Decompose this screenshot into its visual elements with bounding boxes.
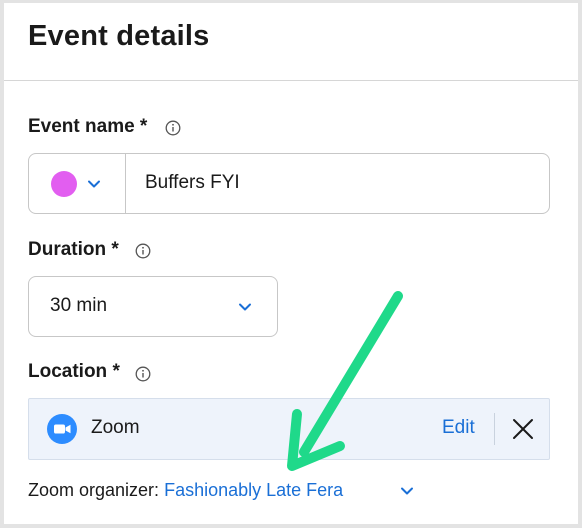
info-icon[interactable]	[165, 120, 181, 136]
event-name-label: Event name *	[28, 116, 148, 137]
zoom-icon	[47, 414, 77, 444]
event-name-field: Buffers FYI	[28, 153, 550, 214]
location-label: Location *	[28, 361, 120, 382]
panel-header: Event details	[4, 3, 578, 81]
close-icon[interactable]	[507, 413, 539, 445]
duration-label: Duration *	[28, 239, 119, 260]
zoom-organizer-row: Zoom organizer: Fashionably Late Fera	[28, 480, 343, 501]
zoom-organizer-label: Zoom organizer:	[28, 480, 160, 500]
event-name-input[interactable]: Buffers FYI	[145, 172, 240, 194]
divider	[494, 413, 495, 445]
chevron-down-icon[interactable]	[400, 486, 414, 496]
info-icon[interactable]	[135, 243, 151, 259]
page-title: Event details	[28, 20, 210, 52]
edit-location-link[interactable]: Edit	[442, 417, 475, 439]
info-icon[interactable]	[135, 366, 151, 382]
color-swatch	[51, 171, 77, 197]
color-picker-button[interactable]	[29, 154, 126, 213]
chevron-down-icon	[88, 180, 100, 188]
duration-select[interactable]: 30 min	[28, 276, 278, 337]
zoom-organizer-select[interactable]: Fashionably Late Fera	[164, 480, 343, 500]
location-item: Zoom Edit	[28, 398, 550, 460]
chevron-down-icon	[239, 303, 251, 311]
location-provider: Zoom	[91, 417, 140, 438]
duration-selected-value: 30 min	[50, 295, 108, 316]
